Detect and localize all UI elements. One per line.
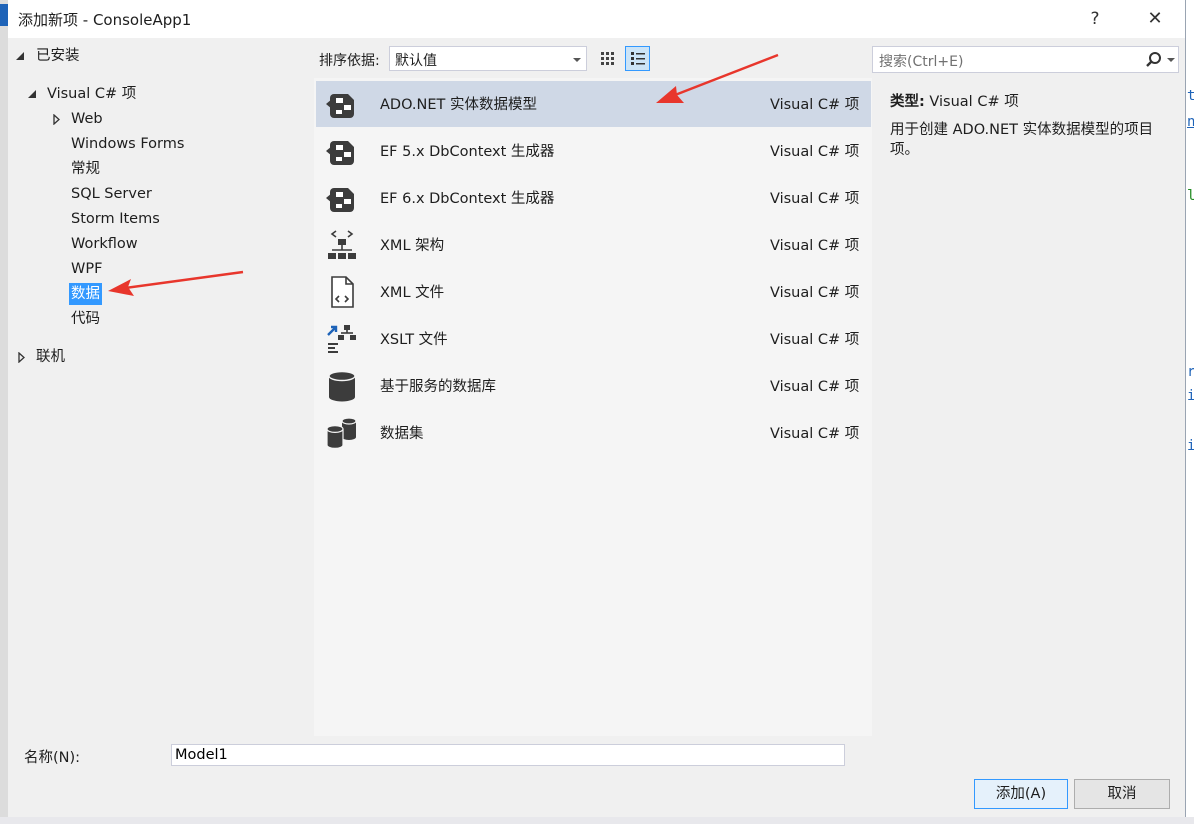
dropdown-arrow-icon	[573, 58, 581, 62]
cancel-button[interactable]: 取消	[1074, 779, 1170, 809]
entity-model-icon	[326, 94, 354, 118]
category-tree: 已安装 Visual C# 项 Web Windows Forms 常规 SQL…	[8, 38, 314, 736]
small-icons-view-button[interactable]	[595, 46, 620, 71]
template-name: XML 文件	[380, 285, 445, 301]
search-icon[interactable]	[1144, 50, 1164, 70]
search-placeholder: 搜索(Ctrl+E)	[879, 54, 964, 70]
search-input[interactable]: 搜索(Ctrl+E)	[872, 46, 1179, 73]
grid-view-icon	[601, 52, 614, 65]
template-type: Visual C# 项	[770, 238, 860, 254]
tree-node-storm-items[interactable]: Storm Items	[71, 208, 160, 230]
list-view-button[interactable]	[625, 46, 650, 71]
background-app-left-edge	[0, 0, 8, 824]
tree-node-code[interactable]: 代码	[71, 308, 100, 330]
dbcontext-generator-icon	[326, 141, 354, 165]
template-name: ADO.NET 实体数据模型	[380, 97, 537, 113]
add-button[interactable]: 添加(A)	[974, 779, 1068, 809]
tree-node-workflow[interactable]: Workflow	[71, 233, 138, 255]
add-new-item-dialog: 添加新项 - ConsoleApp1 ? ✕ 已安装 Visual C# 项 W…	[8, 0, 1186, 817]
code-fragment: t	[1187, 88, 1194, 104]
dataset-icon	[326, 417, 357, 449]
background-app-tab	[0, 4, 8, 26]
collapsed-arrow-icon[interactable]	[53, 114, 60, 125]
tree-node-wpf[interactable]: WPF	[71, 258, 102, 280]
list-view-icon	[631, 52, 645, 65]
tree-label: 已安装	[36, 48, 80, 64]
tree-node-general[interactable]: 常规	[71, 158, 100, 180]
list-item[interactable]: XML 架构 Visual C# 项	[316, 222, 871, 268]
background-status-strip	[0, 817, 1194, 824]
expanded-arrow-icon[interactable]	[28, 90, 36, 98]
template-name: 基于服务的数据库	[380, 379, 496, 395]
window-title: 添加新项 - ConsoleApp1	[18, 11, 192, 29]
template-name: EF 5.x DbContext 生成器	[380, 144, 555, 160]
help-button[interactable]: ?	[1072, 0, 1118, 38]
tree-node-windows-forms[interactable]: Windows Forms	[71, 133, 184, 155]
list-item[interactable]: 数据集 Visual C# 项	[316, 410, 871, 456]
name-label: 名称(N):	[24, 750, 81, 766]
list-item[interactable]: ADO.NET 实体数据模型 Visual C# 项	[316, 81, 871, 127]
tree-label: 联机	[36, 349, 65, 365]
tree-node-data[interactable]: 数据	[69, 283, 102, 305]
template-type: Visual C# 项	[770, 191, 860, 207]
code-fragment: n	[1187, 114, 1194, 130]
expanded-arrow-icon[interactable]	[16, 52, 24, 60]
dbcontext-generator-icon	[326, 188, 354, 212]
code-fragment: r	[1187, 364, 1194, 380]
template-type: Visual C# 项	[770, 426, 860, 442]
details-type: 类型: Visual C# 项	[890, 90, 1019, 111]
tree-label: Visual C# 项	[47, 86, 137, 102]
template-name: XSLT 文件	[380, 332, 448, 348]
template-type: Visual C# 项	[770, 379, 860, 395]
close-button[interactable]: ✕	[1132, 0, 1178, 38]
list-item[interactable]: 基于服务的数据库 Visual C# 项	[316, 363, 871, 409]
tree-label: Web	[71, 111, 103, 127]
sort-by-value: 默认值	[395, 53, 437, 69]
sort-by-label: 排序依据:	[319, 53, 380, 69]
xml-schema-icon	[328, 230, 356, 259]
background-code-editor: t n l r i i	[1186, 0, 1194, 824]
template-type: Visual C# 项	[770, 144, 860, 160]
name-field[interactable]	[171, 744, 845, 766]
search-options-arrow-icon[interactable]	[1167, 58, 1175, 62]
details-type-label: 类型:	[890, 94, 925, 110]
sort-by-dropdown[interactable]: 默认值	[389, 46, 587, 71]
list-item[interactable]: XML 文件 Visual C# 项	[316, 269, 871, 315]
template-type: Visual C# 项	[770, 97, 860, 113]
code-fragment: l	[1187, 188, 1194, 204]
template-type: Visual C# 项	[770, 285, 860, 301]
xml-file-icon	[331, 276, 354, 308]
title-bar: 添加新项 - ConsoleApp1 ? ✕	[8, 0, 1185, 38]
database-icon	[328, 370, 356, 402]
details-type-value: Visual C# 项	[929, 94, 1019, 110]
template-list: ADO.NET 实体数据模型 Visual C# 项 EF 5.x DbCont…	[314, 78, 872, 736]
code-fragment: i	[1187, 438, 1194, 454]
list-item[interactable]: EF 5.x DbContext 生成器 Visual C# 项	[316, 128, 871, 174]
collapsed-arrow-icon[interactable]	[18, 352, 25, 363]
details-description: 用于创建 ADO.NET 实体数据模型的项目项。	[890, 122, 1154, 158]
code-fragment: i	[1187, 388, 1194, 404]
template-name: 数据集	[380, 426, 424, 442]
xslt-file-icon	[327, 325, 356, 353]
tree-node-sql-server[interactable]: SQL Server	[71, 183, 152, 205]
template-name: EF 6.x DbContext 生成器	[380, 191, 555, 207]
template-type: Visual C# 项	[770, 332, 860, 348]
list-item[interactable]: XSLT 文件 Visual C# 项	[316, 316, 871, 362]
list-item[interactable]: EF 6.x DbContext 生成器 Visual C# 项	[316, 175, 871, 221]
template-name: XML 架构	[380, 238, 445, 254]
